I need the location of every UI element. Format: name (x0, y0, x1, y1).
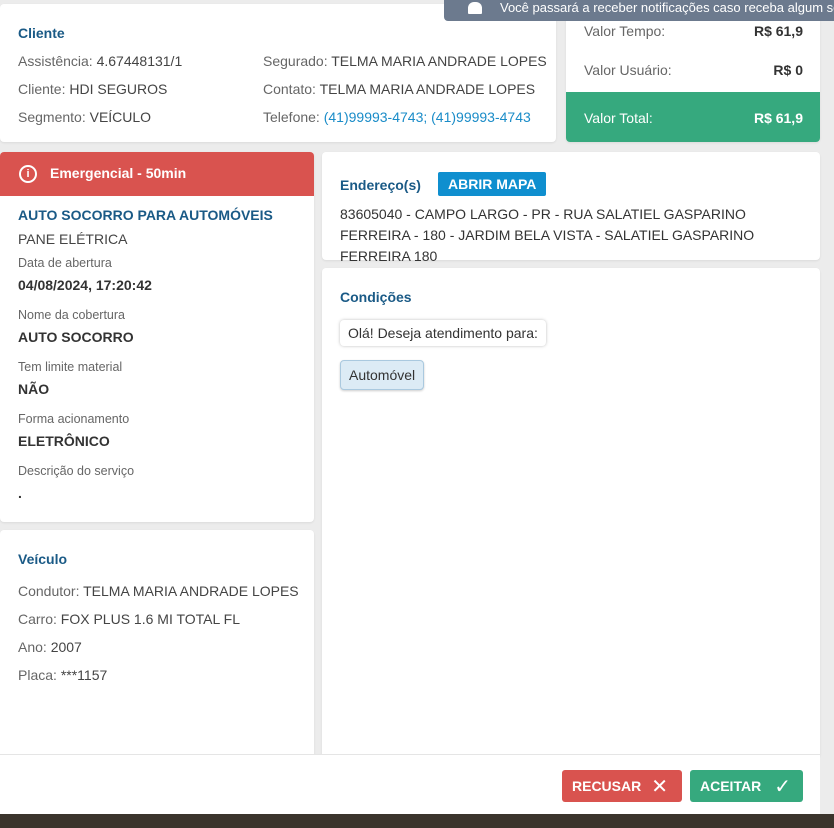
cliente-card: Cliente Assistência: 4.67448131/1 Client… (0, 4, 556, 142)
condicoes-card: Condições Olá! Deseja atendimento para: … (322, 268, 820, 758)
cliente-name: Cliente: HDI SEGUROS (18, 81, 168, 97)
chat-answer[interactable]: Automóvel (340, 360, 425, 390)
segurado: Segurado: TELMA MARIA ANDRADE LOPES (263, 53, 547, 69)
endereco-text: 83605040 - CAMPO LARGO - PR - RUA SALATI… (340, 206, 755, 264)
valor-usuario-label: Valor Usuário: (584, 62, 672, 78)
field-label: Descrição do serviço (18, 464, 135, 478)
aceitar-button[interactable]: ACEITAR ✓ (690, 770, 803, 802)
valor-total: R$ 61,9 (753, 110, 803, 126)
condutor: Condutor: TELMA MARIA ANDRADE LOPES (18, 583, 299, 599)
field-label: Tem limite material (18, 360, 123, 374)
abrir-mapa-button[interactable]: ABRIR MAPA (438, 172, 547, 196)
valor-tempo-label: Valor Tempo: (584, 23, 666, 39)
chat-question: Olá! Deseja atendimento para: (340, 320, 546, 346)
field-value: AUTO SOCORRO (18, 329, 134, 345)
field-label: Nome da cobertura (18, 308, 126, 322)
servico-subtitle: PANE ELÉTRICA (18, 231, 128, 247)
field-label: Data de abertura (18, 256, 112, 270)
condicoes-title: Condições (340, 289, 412, 305)
veiculo-title: Veículo (18, 551, 68, 567)
info-circle-icon: i (19, 165, 37, 183)
servico-title: AUTO SOCORRO PARA AUTOMÓVEIS (18, 207, 273, 223)
bell-icon (468, 2, 482, 14)
field-value: 04/08/2024, 17:20:42 (18, 277, 152, 293)
taskbar (0, 814, 834, 828)
telefone-link[interactable]: (41)99993-4743; (41)99993-4743 (324, 109, 531, 125)
servico-card: i Emergencial - 50min AUTO SOCORRO PARA … (0, 152, 314, 522)
notification-text: Você passará a receber notificações caso… (500, 0, 834, 15)
assistencia: Assistência: 4.67448131/1 (18, 53, 183, 69)
check-icon: ✓ (774, 776, 791, 798)
valor-total-bar: Valor Total: R$ 61,9 (566, 92, 820, 142)
cliente-title: Cliente (18, 25, 65, 41)
valor-tempo: R$ 61,9 (753, 23, 803, 39)
placa: Placa: ***1157 (18, 667, 108, 683)
telefone: Telefone: (41)99993-4743; (41)99993-4743 (263, 109, 531, 125)
endereco-title: Endereço(s) (340, 177, 421, 193)
veiculo-card: Veículo Condutor: TELMA MARIA ANDRADE LO… (0, 530, 314, 758)
footer-bar: RECUSAR ✕ ACEITAR ✓ (0, 754, 820, 814)
endereco-card: Endereço(s) ABRIR MAPA 83605040 - CAMPO … (322, 152, 820, 264)
field-value: NÃO (18, 381, 50, 397)
field-value: . (18, 485, 22, 501)
ano: Ano: 2007 (18, 639, 82, 655)
contato: Contato: TELMA MARIA ANDRADE LOPES (263, 81, 536, 97)
segmento: Segmento: VEÍCULO (18, 109, 152, 125)
close-icon: ✕ (651, 776, 668, 798)
field-label: Forma acionamento (18, 412, 130, 426)
field-value: ELETRÔNICO (18, 433, 110, 449)
carro: Carro: FOX PLUS 1.6 MI TOTAL FL (18, 611, 241, 627)
valor-usuario: R$ 0 (773, 62, 803, 78)
recusar-button[interactable]: RECUSAR ✕ (562, 770, 682, 802)
valores-card: Valor Tempo: R$ 61,9 Valor Usuário: R$ 0… (566, 0, 820, 142)
emergencial-badge: i Emergencial - 50min (0, 152, 314, 196)
notification-toast: Você passará a receber notificações caso… (444, 0, 834, 21)
valor-total-label: Valor Total: (584, 110, 653, 126)
